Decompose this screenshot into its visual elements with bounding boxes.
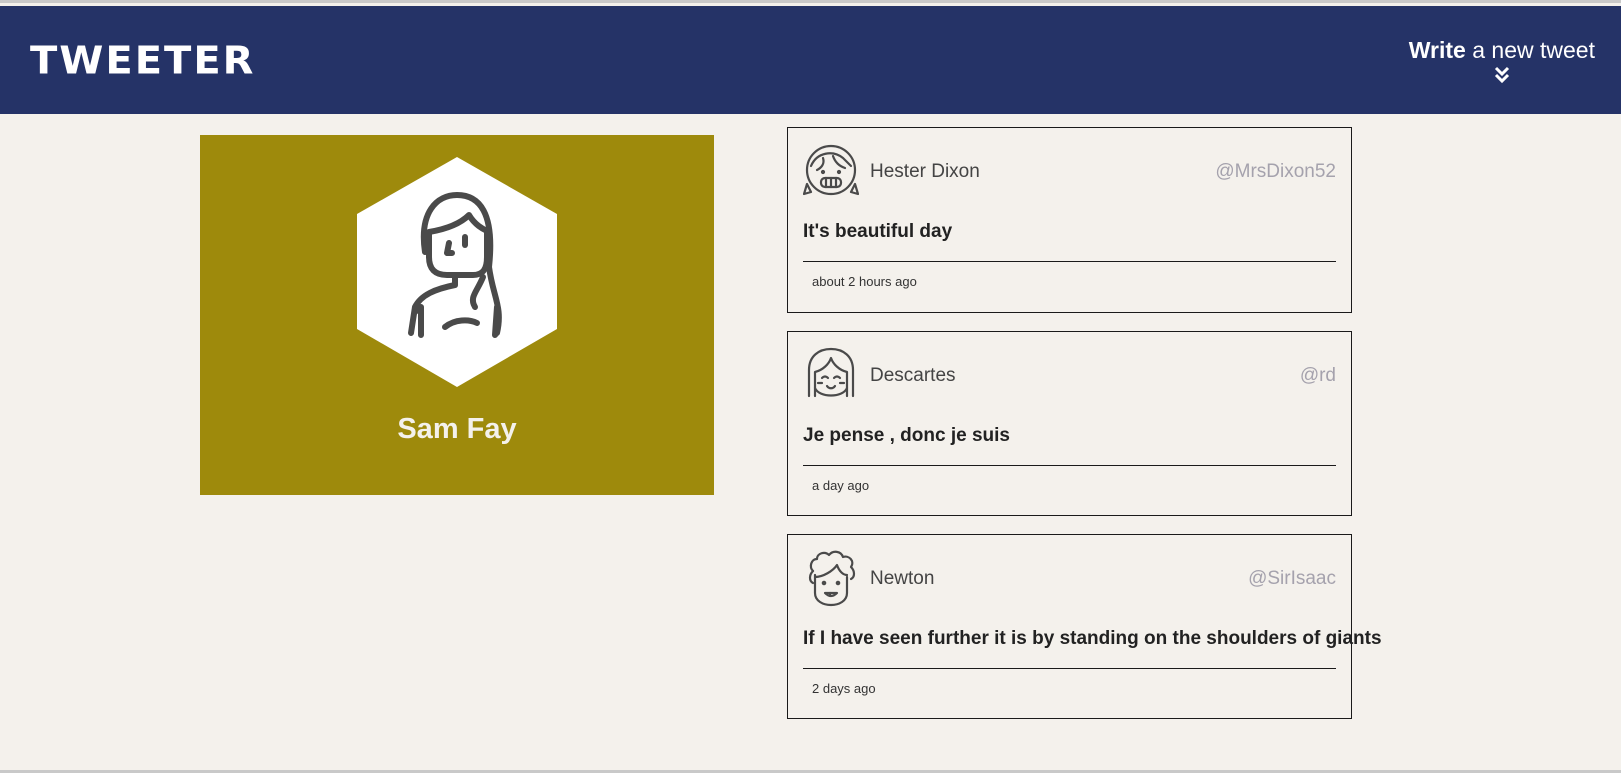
woman-avatar-icon (357, 157, 557, 387)
double-chevron-down-icon[interactable] (1494, 66, 1510, 84)
tweet-timestamp: about 2 hours ago (812, 274, 917, 289)
tweet-divider (803, 465, 1336, 466)
compose-label[interactable]: Write a new tweet (1409, 37, 1595, 64)
tweet-card: Hester Dixon @MrsDixon52 It's beautiful … (787, 127, 1352, 313)
write-new-tweet-button[interactable]: Write a new tweet (1409, 37, 1595, 84)
profile-name: Sam Fay (397, 413, 517, 445)
bob-hair-avatar-icon (807, 347, 855, 398)
curly-hair-avatar-icon (808, 550, 856, 607)
tweet-timestamp: 2 days ago (812, 681, 876, 696)
tweet-timestamp: a day ago (812, 478, 870, 493)
tweet-author-name: Hester Dixon (870, 161, 980, 182)
profile-card: Sam Fay (200, 135, 714, 495)
girl-pigtails-avatar-icon (803, 144, 859, 196)
app-logo[interactable]: TWEETER (30, 39, 255, 83)
tweet-author-handle: @rd (1299, 365, 1336, 386)
tweet-card: Newton @SirIsaac If I have seen further … (787, 534, 1382, 719)
tweet-list: Hester Dixon @MrsDixon52 It's beautiful … (787, 127, 1382, 737)
tweet-author-name: Descartes (870, 365, 956, 386)
tweet-author-handle: @SirIsaac (1248, 568, 1336, 589)
tweet-author-handle: @MrsDixon52 (1215, 161, 1336, 182)
top-navbar: TWEETER Write a new tweet (0, 6, 1621, 114)
tweet-card: Descartes @rd Je pense , donc je suis a … (787, 331, 1352, 516)
tweet-text: If I have seen further it is by standing… (803, 628, 1382, 649)
tweet-text: It's beautiful day (803, 221, 953, 242)
compose-label-bold: Write (1408, 37, 1466, 63)
compose-label-rest: a new tweet (1465, 37, 1595, 63)
tweet-author-name: Newton (870, 568, 935, 589)
tweet-text: Je pense , donc je suis (803, 425, 1010, 446)
tweet-divider (803, 668, 1336, 669)
tweet-divider (803, 261, 1336, 262)
